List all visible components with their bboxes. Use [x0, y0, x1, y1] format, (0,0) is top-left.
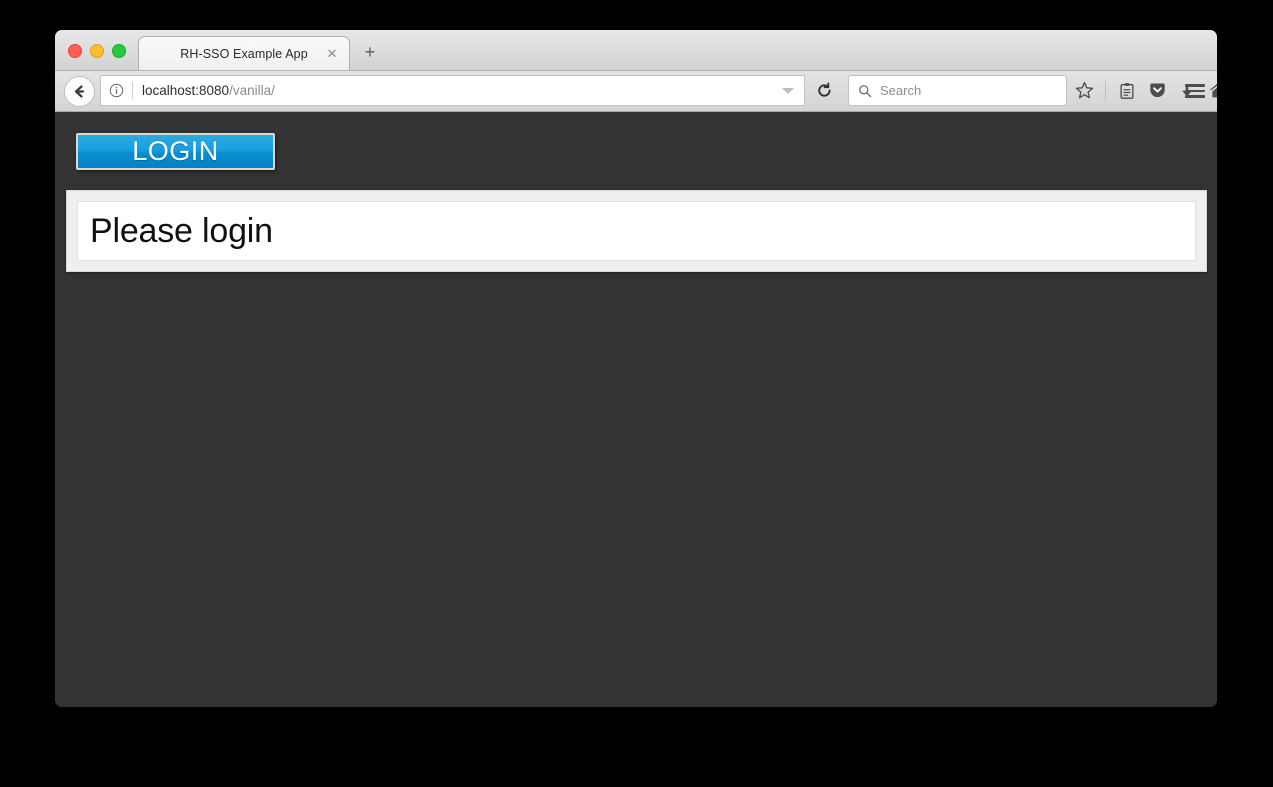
message-panel-inner: Please login: [77, 201, 1196, 261]
reload-button[interactable]: [812, 75, 836, 106]
home-icon[interactable]: [1206, 80, 1217, 102]
url-host: localhost:8080: [142, 83, 230, 98]
tab-close-icon[interactable]: ✕: [325, 46, 339, 61]
bookmark-star-icon[interactable]: [1073, 80, 1095, 102]
app-navbar: LOGIN: [55, 112, 1217, 190]
chevron-down-icon[interactable]: [782, 87, 794, 94]
navigation-toolbar: localhost:8080/vanilla/ Search: [55, 71, 1217, 112]
search-icon: [859, 84, 872, 97]
hamburger-menu-icon[interactable]: [1185, 80, 1207, 102]
url-path: /vanilla/: [229, 83, 275, 98]
minimize-window-button[interactable]: [90, 44, 104, 58]
tab-strip: RH-SSO Example App ✕ +: [55, 30, 1217, 71]
pocket-icon[interactable]: [1146, 80, 1168, 102]
back-arrow-icon: [74, 85, 85, 98]
reload-icon: [817, 82, 831, 97]
zoom-window-button[interactable]: [112, 44, 126, 58]
new-tab-button[interactable]: +: [360, 43, 380, 63]
browser-tab-active[interactable]: RH-SSO Example App ✕: [138, 36, 350, 70]
url-text: localhost:8080/vanilla/: [142, 83, 275, 98]
reader-list-icon[interactable]: [1116, 80, 1138, 102]
address-bar[interactable]: localhost:8080/vanilla/: [100, 75, 805, 106]
browser-window: RH-SSO Example App ✕ + localhost:8080/va…: [55, 30, 1217, 707]
window-controls: [68, 44, 126, 58]
search-input[interactable]: Search: [848, 75, 1067, 106]
back-button[interactable]: [64, 76, 95, 107]
page-content: LOGIN Please login: [55, 112, 1217, 707]
info-icon[interactable]: [109, 83, 124, 98]
search-placeholder: Search: [880, 83, 922, 98]
toolbar-divider: [1105, 81, 1106, 100]
close-window-button[interactable]: [68, 44, 82, 58]
message-panel: Please login: [66, 190, 1207, 272]
login-button[interactable]: LOGIN: [76, 133, 275, 170]
address-divider: [132, 82, 133, 99]
login-message: Please login: [90, 211, 273, 250]
tab-title: RH-SSO Example App: [180, 46, 308, 61]
